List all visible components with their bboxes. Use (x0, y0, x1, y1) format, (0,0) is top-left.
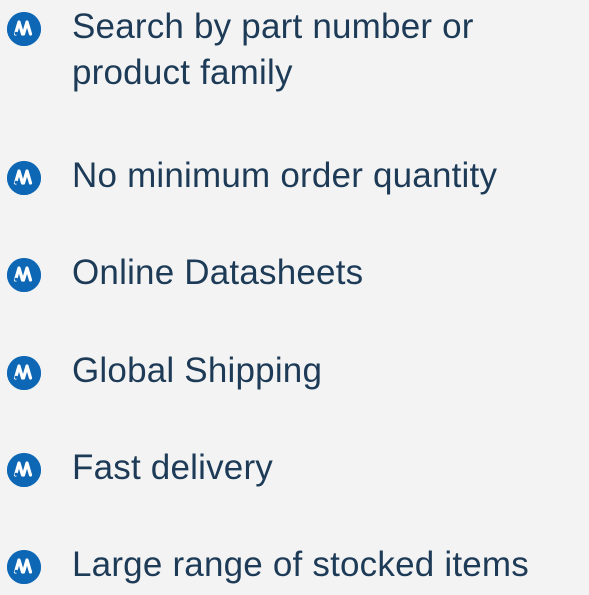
murata-logo-icon (7, 356, 41, 390)
feature-label: Large range of stocked items (72, 545, 529, 584)
murata-logo-icon (7, 161, 41, 195)
feature-label: Fast delivery (72, 448, 273, 487)
feature-list: Search by part number or product family … (0, 0, 589, 590)
feature-label: No minimum order quantity (72, 156, 498, 195)
feature-item-shipping: Global Shipping (0, 347, 589, 401)
feature-item-delivery: Fast delivery (0, 444, 589, 498)
murata-logo-icon (7, 453, 41, 487)
feature-label: Global Shipping (72, 351, 323, 390)
feature-item-minimum-order: No minimum order quantity (0, 152, 589, 206)
murata-logo-icon (7, 258, 41, 292)
feature-item-stocked-items: Large range of stocked items (0, 541, 589, 595)
feature-item-search: Search by part number or product family (0, 0, 589, 110)
feature-label: Online Datasheets (72, 253, 364, 292)
murata-logo-icon (7, 550, 41, 584)
feature-item-datasheets: Online Datasheets (0, 249, 589, 303)
murata-logo-icon (7, 12, 41, 46)
feature-label: Search by part number or product family (72, 7, 474, 92)
